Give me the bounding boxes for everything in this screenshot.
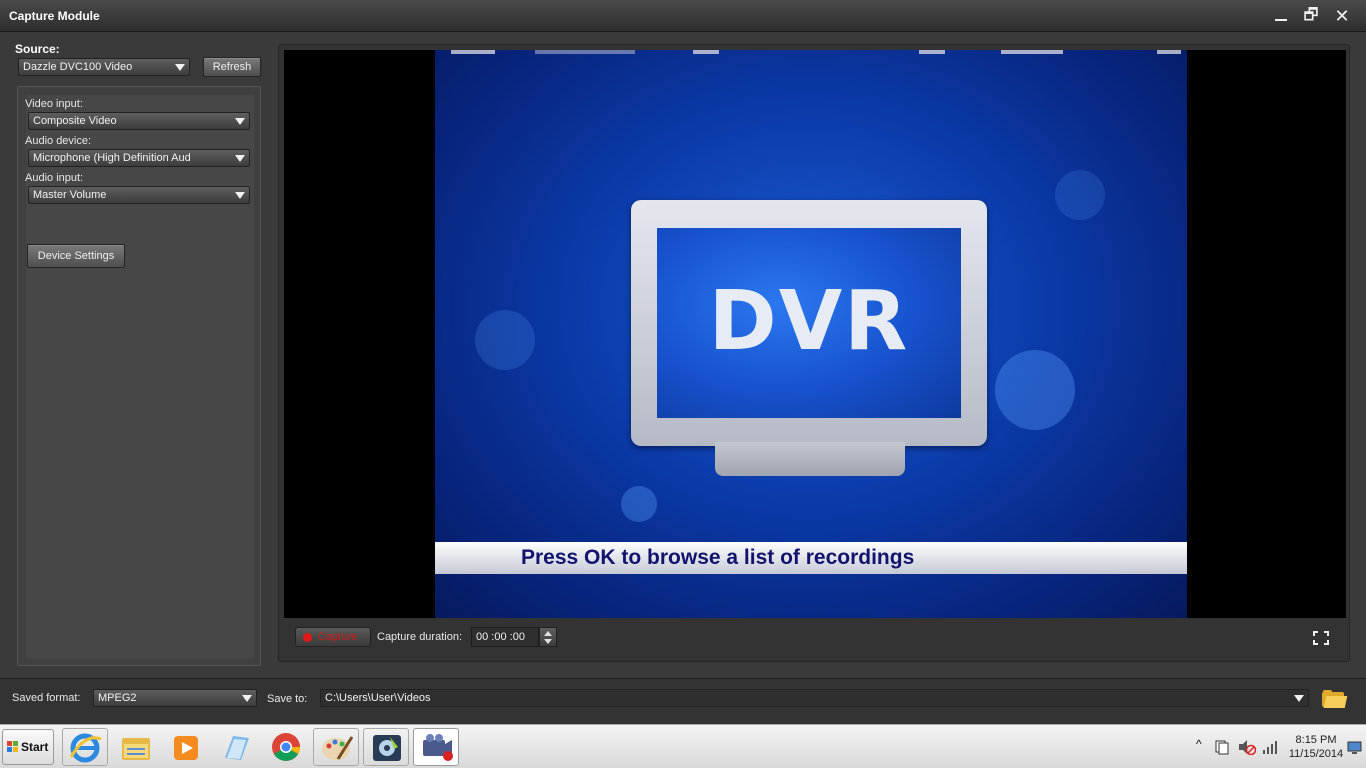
audio-input-value: Master Volume xyxy=(33,189,107,201)
noise-mark xyxy=(919,50,945,54)
source-panel: Source: Dazzle DVC100 Video Refresh Vide… xyxy=(8,38,266,674)
restore-icon: 🗗 xyxy=(1303,7,1319,24)
chevron-up-icon[interactable] xyxy=(544,631,552,636)
internet-explorer-icon xyxy=(69,733,102,763)
taskbar-chrome[interactable] xyxy=(263,728,309,766)
file-explorer-icon xyxy=(122,738,150,760)
capture-duration-input[interactable]: 00 :00 :00 xyxy=(471,627,539,647)
chevron-down-icon xyxy=(1294,695,1304,702)
video-frame: DVR Press OK to browse a list of recordi… xyxy=(435,50,1187,618)
media-player-icon xyxy=(174,736,198,760)
save-to-path-select[interactable]: C:\Users\User\Videos xyxy=(320,689,1309,707)
audio-device-value: Microphone (High Definition Aud xyxy=(33,152,191,164)
fullscreen-icon[interactable] xyxy=(1313,631,1329,645)
show-desktop-icon[interactable] xyxy=(1347,741,1363,755)
bokeh-light xyxy=(621,486,657,522)
capture-app-icon xyxy=(423,734,453,761)
osd-banner: Press OK to browse a list of recordings xyxy=(435,542,1187,574)
close-button[interactable]: ✕ xyxy=(1329,5,1355,27)
start-button[interactable]: Start xyxy=(2,729,54,765)
media-center-icon xyxy=(373,735,401,761)
duration-stepper[interactable] xyxy=(539,627,557,647)
capture-button-label: Capture xyxy=(318,631,358,643)
chrome-icon xyxy=(272,733,300,761)
tv-screen: DVR xyxy=(657,228,961,418)
network-signal-icon[interactable] xyxy=(1262,739,1280,755)
audio-device-select[interactable]: Microphone (High Definition Aud xyxy=(28,149,250,167)
taskbar-file-explorer[interactable] xyxy=(113,728,159,766)
chevron-down-icon xyxy=(242,695,252,702)
volume-muted-icon[interactable] xyxy=(1238,739,1256,755)
noise-mark xyxy=(535,50,635,54)
chevron-down-icon xyxy=(175,64,185,71)
windows-logo-icon xyxy=(7,741,19,753)
output-bar: Saved format: MPEG2 Save to: C:\Users\Us… xyxy=(0,678,1366,724)
start-label: Start xyxy=(21,740,49,754)
chevron-down-icon xyxy=(235,155,245,162)
taskbar-media-player[interactable] xyxy=(163,728,209,766)
video-preview[interactable]: DVR Press OK to browse a list of recordi… xyxy=(284,50,1346,618)
save-to-label: Save to: xyxy=(267,693,308,705)
chevron-down-icon[interactable] xyxy=(544,639,552,644)
audio-input-select[interactable]: Master Volume xyxy=(28,186,250,204)
device-settings-button[interactable]: Device Settings xyxy=(27,244,125,268)
save-to-path-value: C:\Users\User\Videos xyxy=(325,692,431,704)
restore-button[interactable]: 🗗 xyxy=(1298,5,1324,27)
taskbar-media-center[interactable] xyxy=(363,728,409,766)
folder-icon[interactable] xyxy=(1322,690,1348,708)
bokeh-light xyxy=(475,310,535,370)
taskbar-notepad[interactable] xyxy=(213,728,259,766)
chevron-down-icon xyxy=(235,192,245,199)
notepad-icon xyxy=(225,736,249,760)
taskbar-paint[interactable] xyxy=(313,728,359,766)
system-clock[interactable]: 8:15 PM 11/15/2014 xyxy=(1286,733,1346,761)
clock-date: 11/15/2014 xyxy=(1288,748,1344,760)
bokeh-light xyxy=(995,350,1075,430)
taskbar: Start ^ 8:15 PM 11/15/2014 xyxy=(0,724,1366,768)
capture-button[interactable]: Capture xyxy=(295,627,371,647)
saved-format-label: Saved format: xyxy=(12,692,81,704)
minimize-icon xyxy=(1275,19,1287,21)
tv-illustration: DVR xyxy=(631,200,987,446)
paint-icon xyxy=(322,736,354,760)
chevron-down-icon xyxy=(235,118,245,125)
audio-input-label: Audio input: xyxy=(25,172,84,184)
video-input-label: Video input: xyxy=(25,98,83,110)
clock-time: 8:15 PM xyxy=(1295,734,1337,746)
title-bar: Capture Module 🗗 ✕ xyxy=(0,0,1366,32)
noise-mark xyxy=(693,50,719,54)
capture-module-window: Source: Dazzle DVC100 Video Refresh Vide… xyxy=(0,32,1366,724)
minimize-button[interactable] xyxy=(1268,5,1294,27)
window-title: Capture Module xyxy=(9,9,100,23)
signal-noise xyxy=(435,50,1187,56)
tv-stand xyxy=(715,442,905,476)
refresh-button[interactable]: Refresh xyxy=(203,57,261,77)
source-select[interactable]: Dazzle DVC100 Video xyxy=(18,58,190,76)
video-input-value: Composite Video xyxy=(33,115,117,127)
noise-mark xyxy=(451,50,495,54)
taskbar-internet-explorer[interactable] xyxy=(62,728,108,766)
tv-dvr-text: DVR xyxy=(708,274,910,369)
source-select-value: Dazzle DVC100 Video xyxy=(23,61,133,73)
taskbar-capture-app[interactable] xyxy=(413,728,459,766)
noise-mark xyxy=(1157,50,1181,54)
audio-device-label: Audio device: xyxy=(25,135,92,147)
source-label: Source: xyxy=(15,42,60,56)
saved-format-value: MPEG2 xyxy=(98,692,137,704)
record-icon xyxy=(303,633,312,642)
capture-duration-label: Capture duration: xyxy=(377,631,462,643)
bokeh-light xyxy=(1055,170,1105,220)
osd-message: Press OK to browse a list of recordings xyxy=(521,546,915,569)
action-center-icon[interactable] xyxy=(1214,739,1230,755)
chevron-up-icon: ^ xyxy=(1196,737,1202,751)
close-icon: ✕ xyxy=(1334,6,1350,26)
video-input-select[interactable]: Composite Video xyxy=(28,112,250,130)
saved-format-select[interactable]: MPEG2 xyxy=(93,689,257,707)
preview-panel: DVR Press OK to browse a list of recordi… xyxy=(278,44,1350,662)
noise-mark xyxy=(1001,50,1063,54)
